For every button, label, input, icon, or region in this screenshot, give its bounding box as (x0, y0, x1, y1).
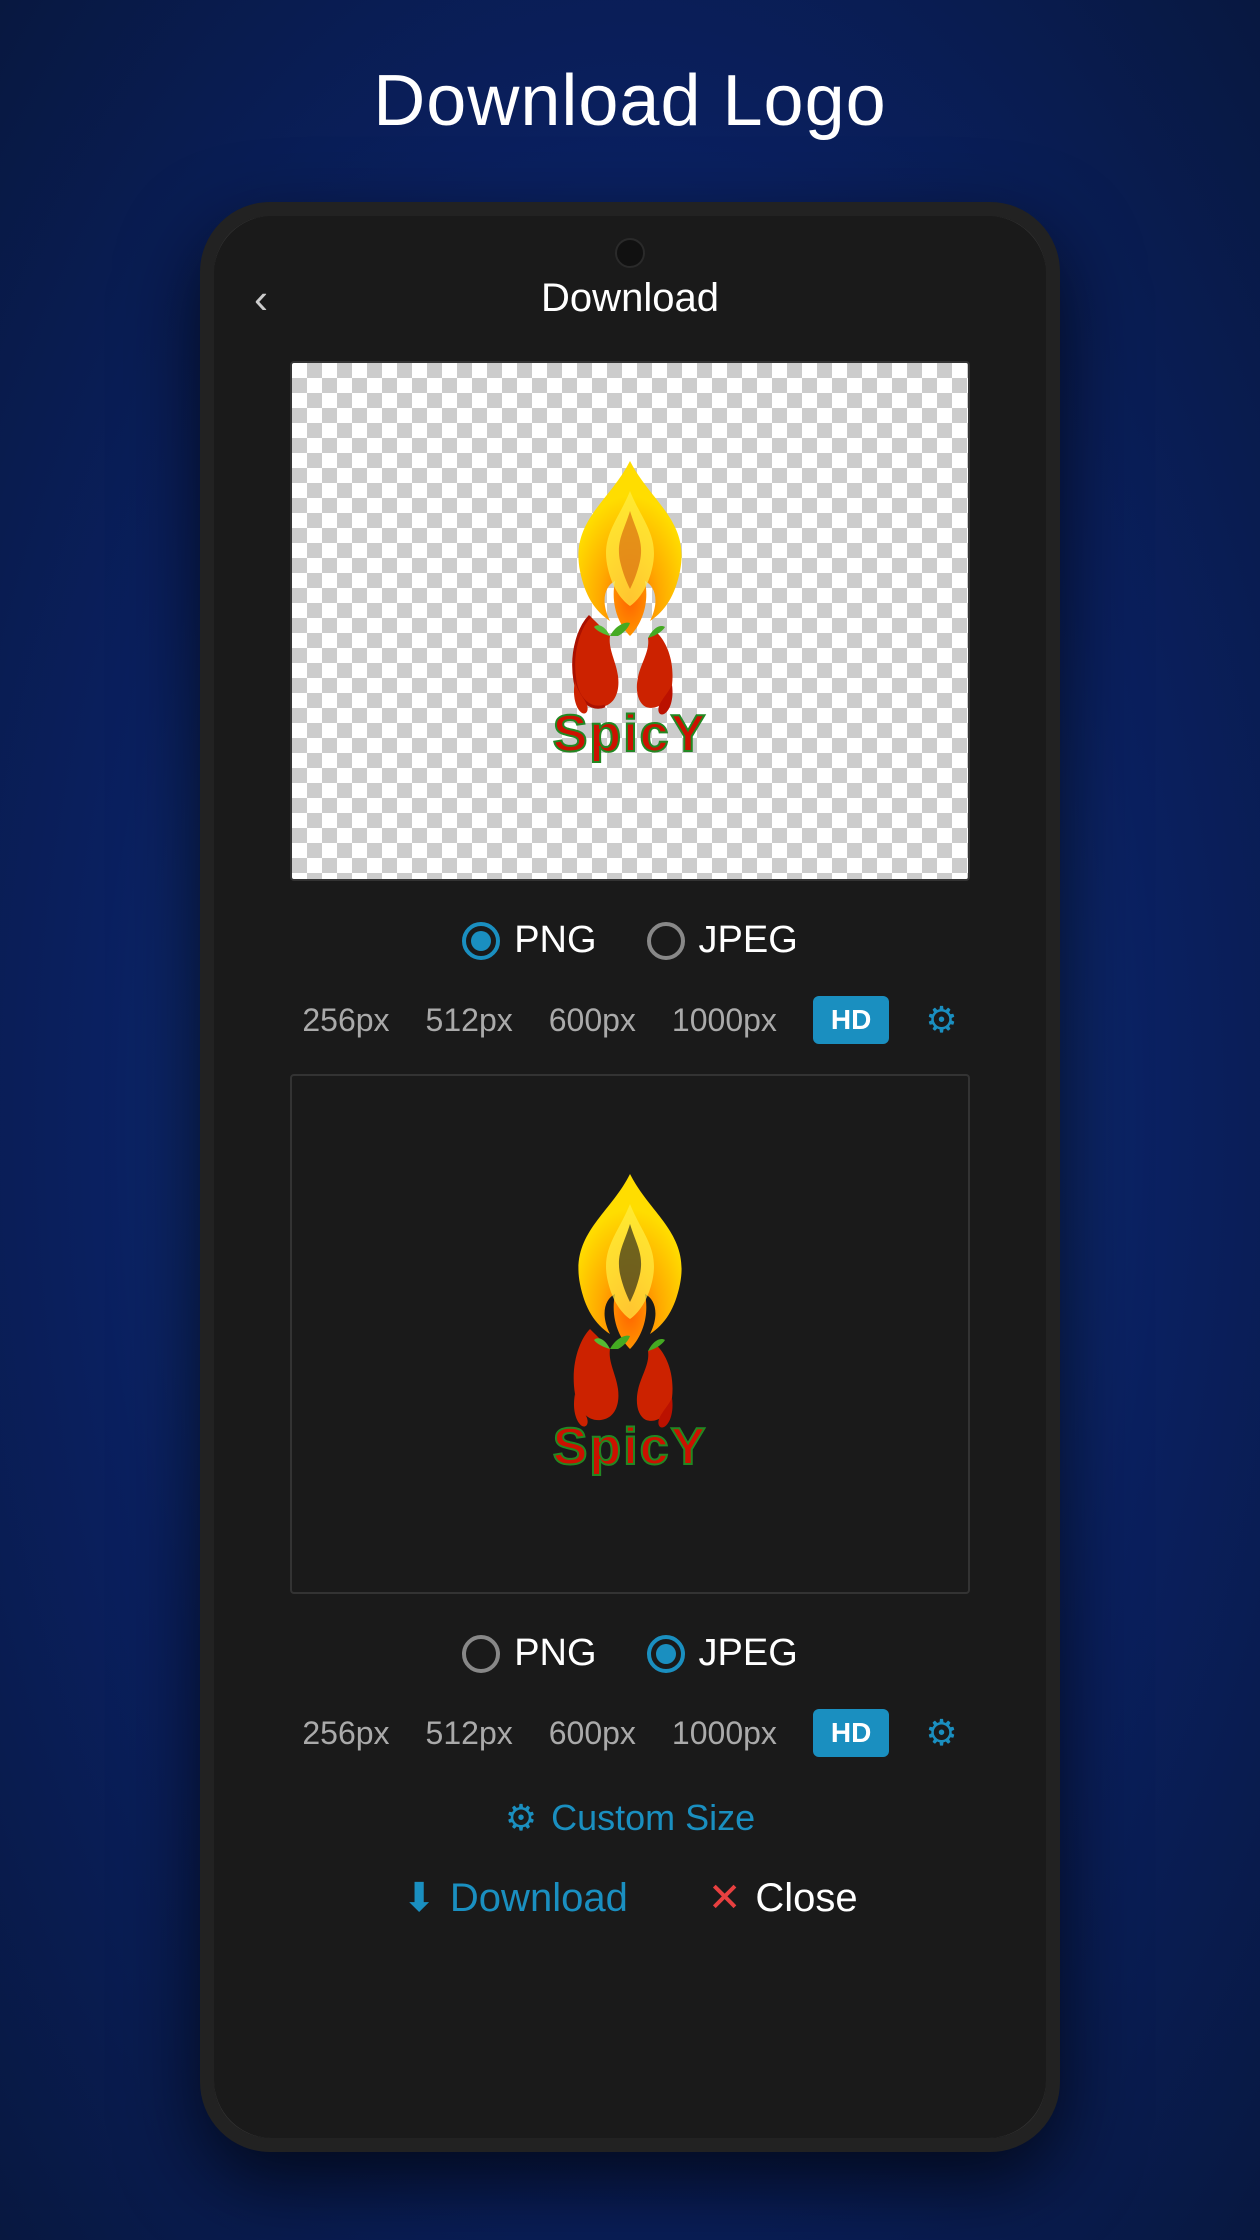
svg-text:SpicY: SpicY (553, 705, 708, 763)
size-1000-1[interactable]: 1000px (672, 1002, 777, 1039)
png-option-2[interactable]: PNG (462, 1632, 596, 1675)
content-area: SpicY SpicY PNG JPEG (214, 341, 1046, 2138)
phone-screen: ‹ Download (214, 216, 1046, 2138)
size-row-2: 256px 512px 600px 1000px HD ⚙ (302, 1709, 957, 1757)
size-600-2[interactable]: 600px (549, 1715, 636, 1752)
size-row-1: 256px 512px 600px 1000px HD ⚙ (302, 996, 957, 1044)
format-row-2: PNG JPEG (462, 1632, 798, 1675)
png-option-1[interactable]: PNG (462, 919, 596, 962)
size-600-1[interactable]: 600px (549, 1002, 636, 1039)
download-icon: ⬇ (402, 1875, 436, 1921)
size-256-1[interactable]: 256px (302, 1002, 389, 1039)
size-512-2[interactable]: 512px (426, 1715, 513, 1752)
jpeg-option-1[interactable]: JPEG (647, 919, 798, 962)
action-row: ⬇ Download ✕ Close (402, 1875, 857, 1921)
close-icon: ✕ (708, 1875, 742, 1921)
png-label-2: PNG (514, 1632, 596, 1675)
size-1000-2[interactable]: 1000px (672, 1715, 777, 1752)
phone-notch (615, 238, 645, 268)
svg-text:SpicY: SpicY (553, 1418, 708, 1476)
png-radio-2[interactable] (462, 1635, 500, 1673)
phone-frame: ‹ Download (200, 202, 1060, 2152)
jpeg-label-2: JPEG (699, 1632, 798, 1675)
hd-badge-1[interactable]: HD (813, 996, 889, 1044)
jpeg-label-1: JPEG (699, 919, 798, 962)
gear-icon-2[interactable]: ⚙ (925, 1712, 957, 1754)
close-button[interactable]: ✕ Close (708, 1875, 858, 1921)
download-label: Download (450, 1876, 628, 1921)
close-label: Close (755, 1876, 857, 1921)
gear-icon-1[interactable]: ⚙ (925, 999, 957, 1041)
custom-size-row: ⚙ Custom Size (505, 1797, 755, 1839)
size-512-1[interactable]: 512px (426, 1002, 513, 1039)
screen-title: Download (541, 276, 719, 321)
custom-size-button[interactable]: Custom Size (551, 1797, 755, 1839)
page-title: Download Logo (373, 60, 886, 142)
jpeg-option-2[interactable]: JPEG (647, 1632, 798, 1675)
format-row-1: PNG JPEG (462, 919, 798, 962)
logo-preview-dark: SpicY SpicY (290, 1074, 970, 1594)
size-256-2[interactable]: 256px (302, 1715, 389, 1752)
custom-size-gear-icon: ⚙ (505, 1797, 537, 1839)
jpeg-radio-2[interactable] (647, 1635, 685, 1673)
download-button[interactable]: ⬇ Download (402, 1875, 627, 1921)
spicy-logo-dark: SpicY SpicY (490, 1154, 770, 1514)
logo-preview-transparent: SpicY SpicY (290, 361, 970, 881)
png-radio-1[interactable] (462, 922, 500, 960)
hd-badge-2[interactable]: HD (813, 1709, 889, 1757)
png-label-1: PNG (514, 919, 596, 962)
back-button[interactable]: ‹ (254, 275, 268, 323)
phone-side-button (1052, 596, 1060, 676)
jpeg-radio-1[interactable] (647, 922, 685, 960)
top-bar: ‹ Download (214, 216, 1046, 341)
spicy-logo-transparent: SpicY SpicY (490, 441, 770, 801)
